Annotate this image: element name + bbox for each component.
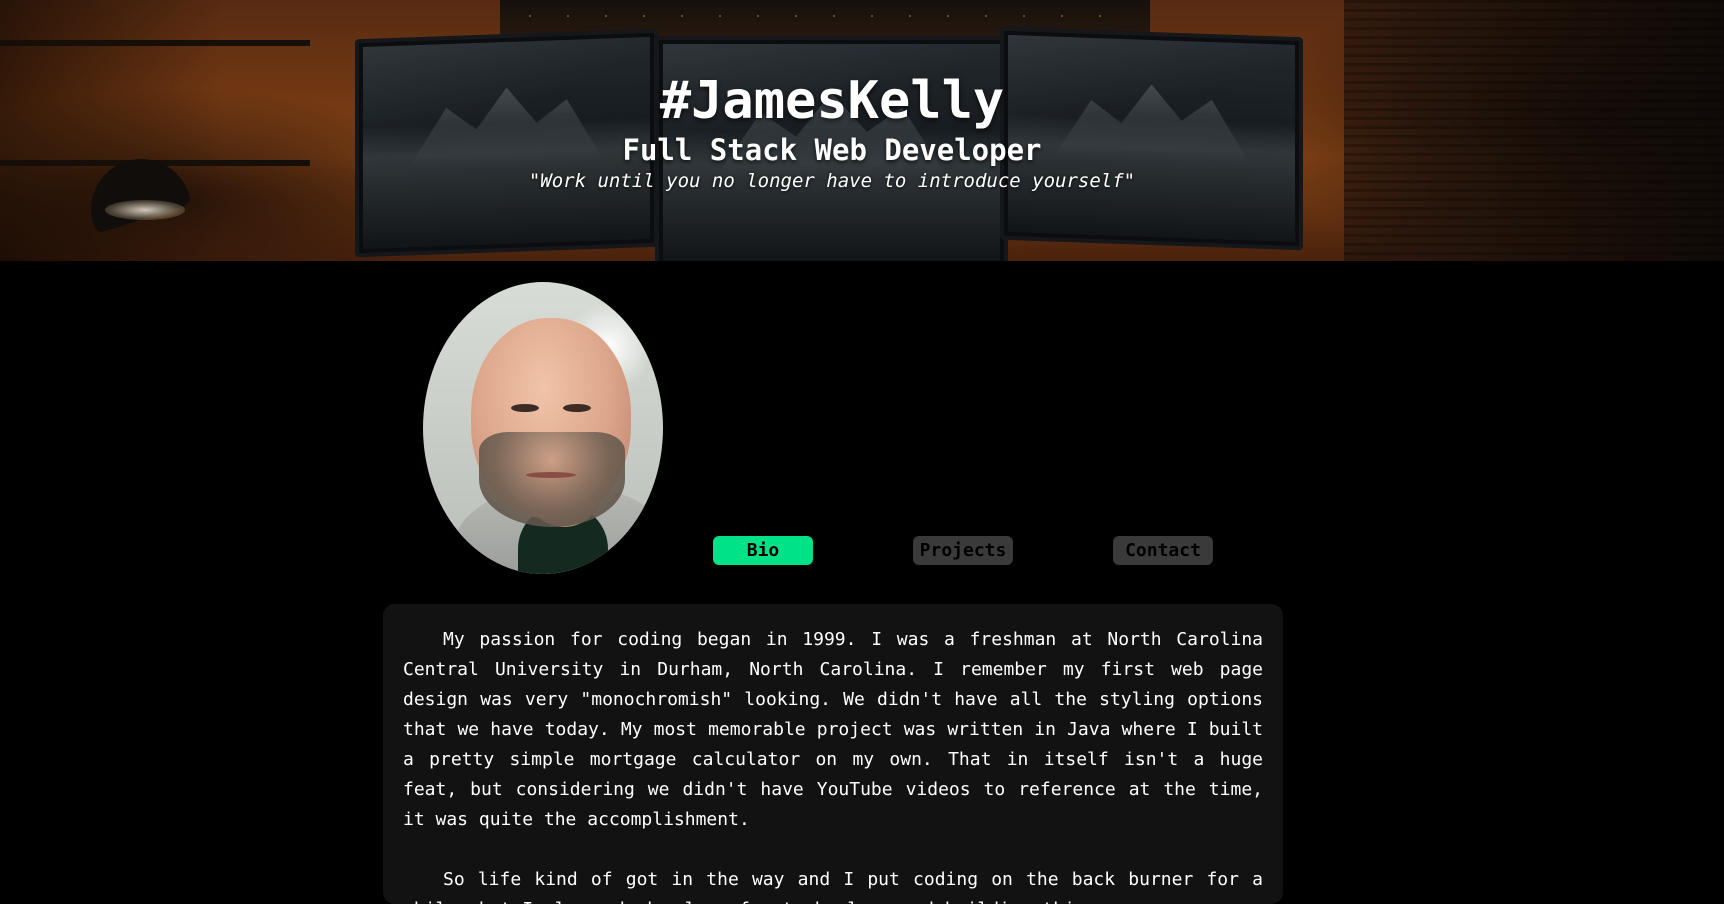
- tagline-quote: "Work until you no longer have to introd…: [528, 170, 1136, 192]
- hero-banner: #JamesKelly Full Stack Web Developer "Wo…: [0, 0, 1724, 261]
- bio-paragraph: My passion for coding began in 1999. I w…: [403, 629, 1263, 830]
- bio-paragraph: So life kind of got in the way and I put…: [403, 869, 1263, 904]
- page-title: #JamesKelly: [659, 71, 1005, 131]
- tab-contact[interactable]: Contact: [1113, 536, 1213, 565]
- profile-photo: [423, 282, 663, 574]
- page-subtitle: Full Stack Web Developer: [622, 133, 1042, 167]
- tab-projects[interactable]: Projects: [913, 536, 1013, 565]
- bio-card: My passion for coding began in 1999. I w…: [383, 604, 1283, 904]
- tab-bio[interactable]: Bio: [713, 536, 813, 565]
